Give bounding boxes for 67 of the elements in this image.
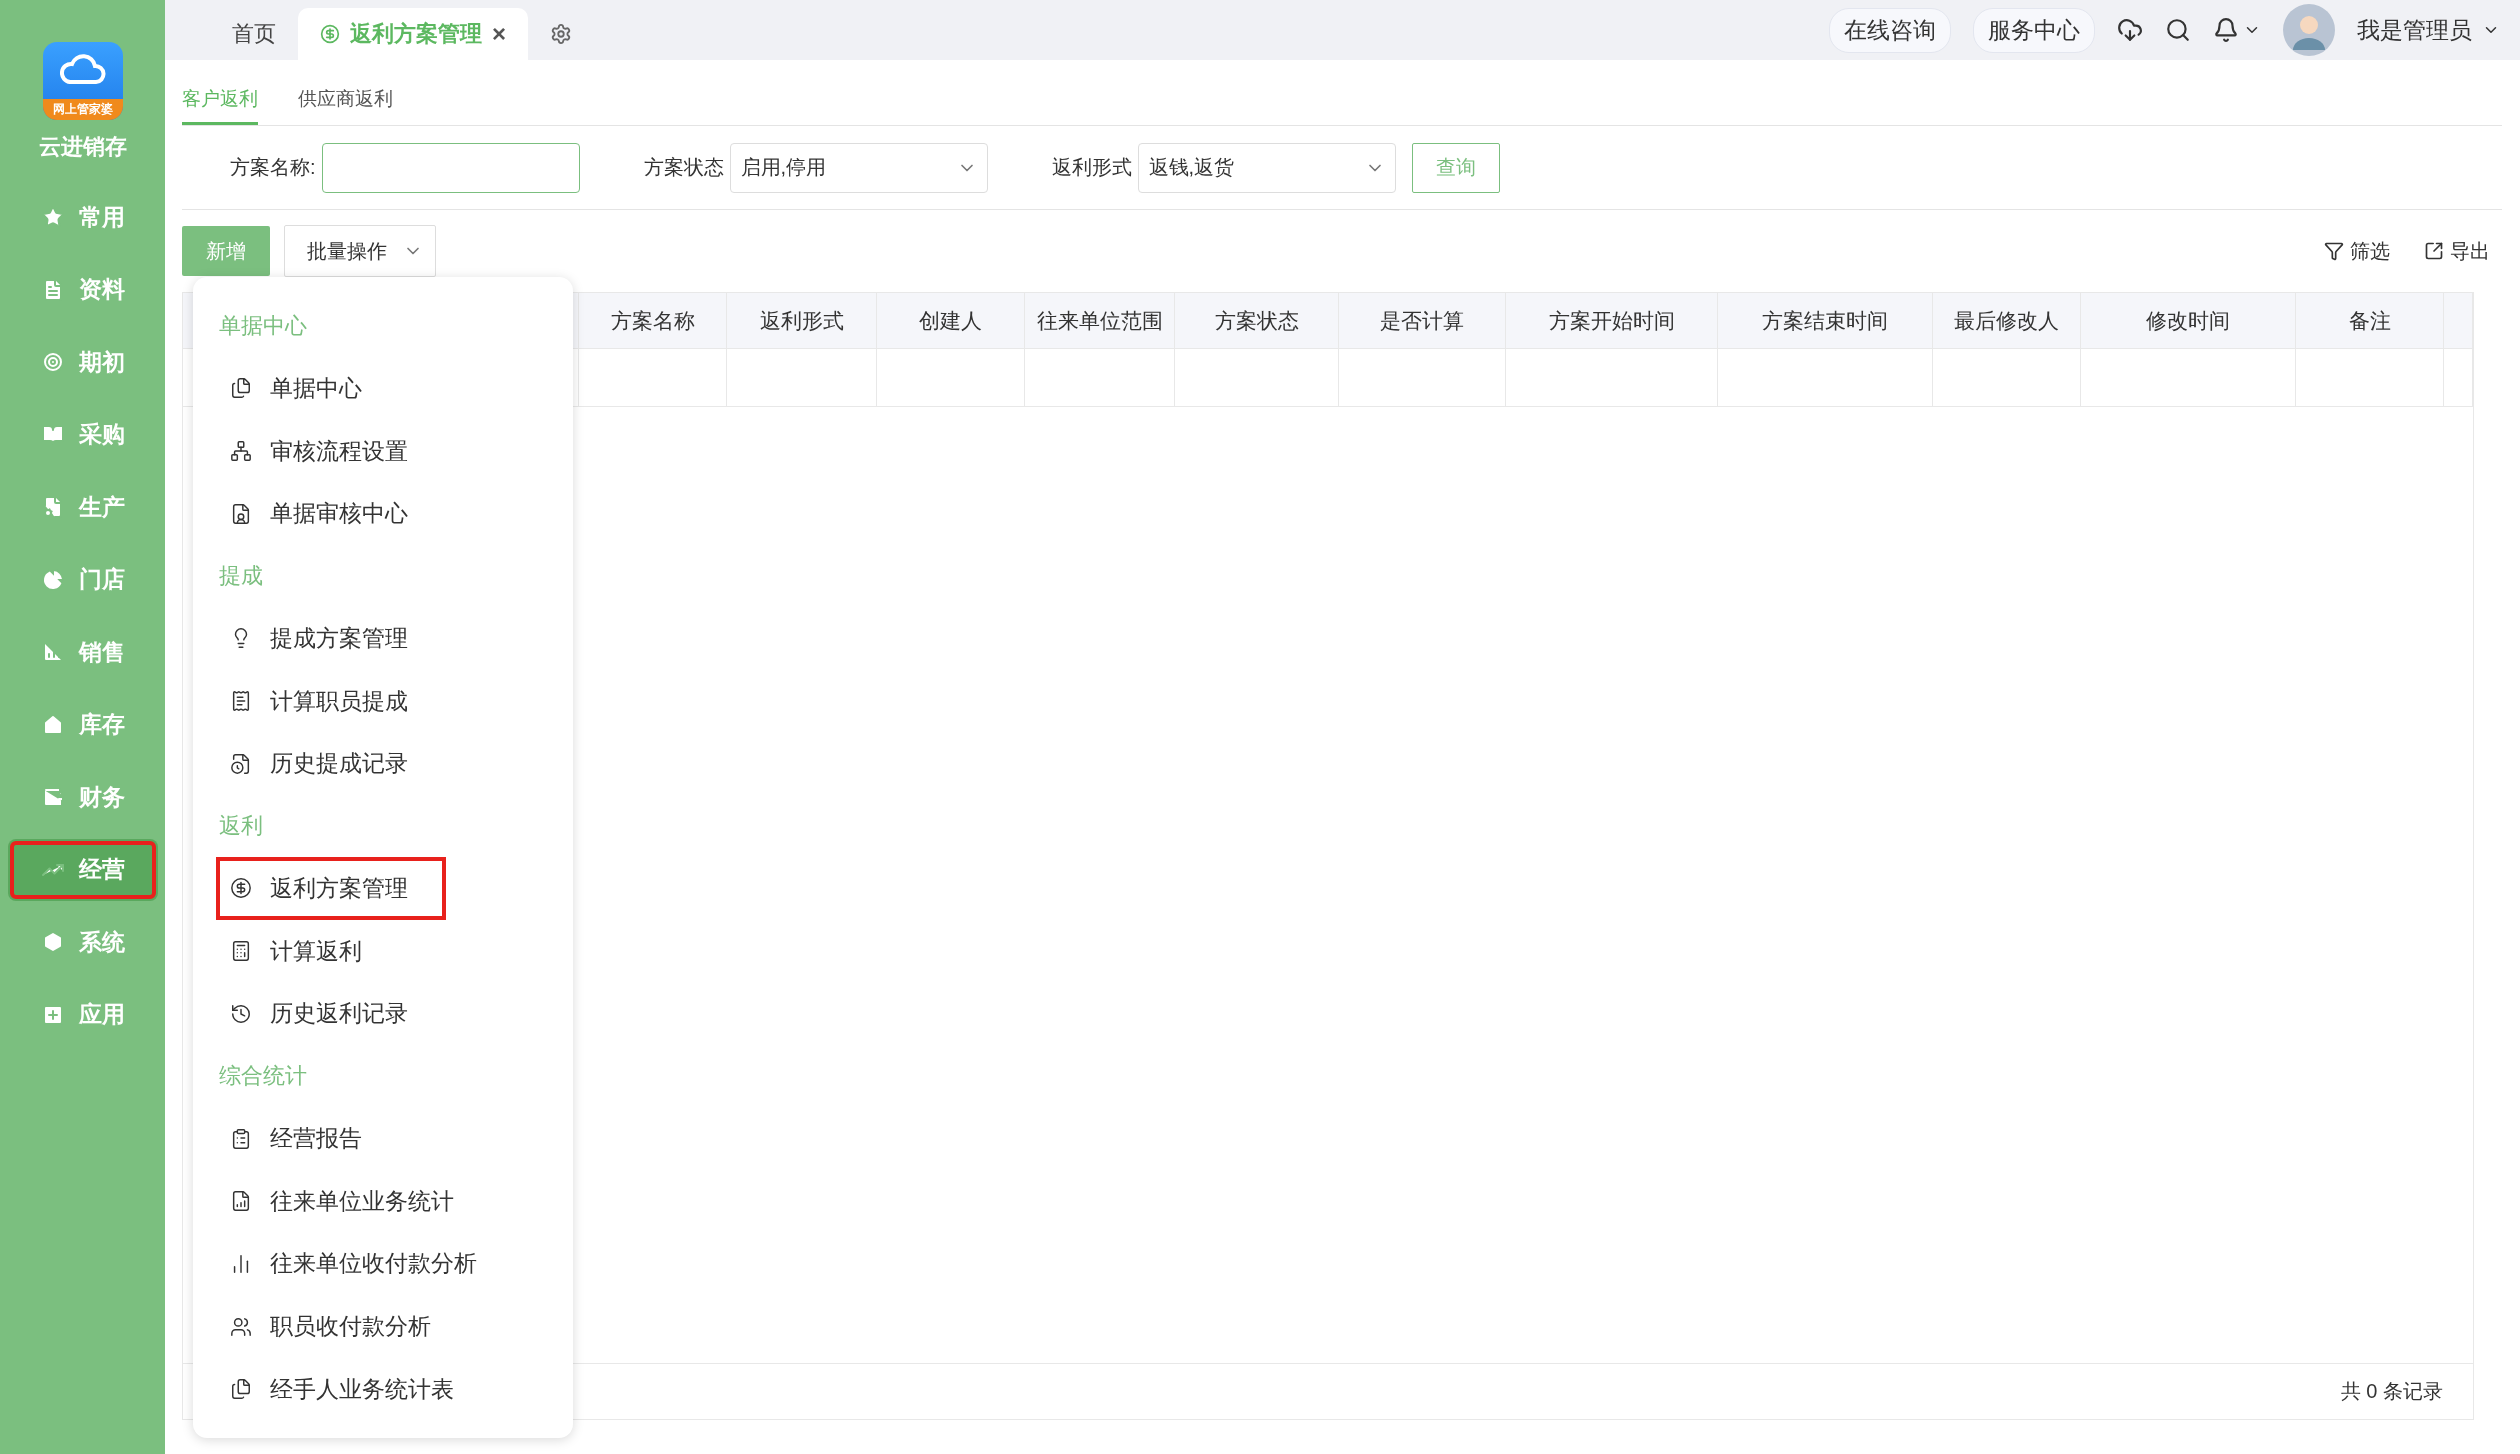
menu-item[interactable]: 返利方案管理 [216, 857, 446, 920]
tab[interactable]: 首页 [210, 8, 298, 60]
chart-document-icon [230, 1190, 252, 1213]
user-document-icon [230, 502, 252, 525]
column-header: 方案状态 [1175, 293, 1339, 348]
menu-section-title: 返利 [219, 812, 264, 841]
app-name: 云进销存 [38, 133, 127, 161]
menu-item[interactable]: 审核流程设置 [216, 419, 446, 483]
column-header: 修改时间 [2081, 293, 2296, 348]
header-link[interactable]: 服务中心 [1973, 7, 2095, 53]
column-header: 备注 [2296, 293, 2444, 348]
logo-badge: 网上管家婆 [42, 99, 123, 120]
column-header: 方案结束时间 [1718, 293, 1933, 348]
menu-section-title: 综合统计 [219, 1062, 308, 1091]
menu-item[interactable]: 往来单位收付款分析 [216, 1232, 497, 1296]
export-button[interactable]: 导出 [2418, 236, 2496, 266]
menu-item[interactable]: 经营报告 [216, 1107, 446, 1170]
menu-section-title: 提成 [219, 562, 264, 591]
batch-button[interactable]: 批量操作 [284, 225, 436, 277]
menu-item[interactable]: 计算职员提成 [216, 669, 446, 733]
tab[interactable]: 返利方案管理 × [298, 8, 528, 60]
files-icon [230, 377, 252, 400]
column-header: 返利形式 [727, 293, 877, 348]
column-header: 往来单位范围 [1025, 293, 1175, 348]
column-header: 创建人 [877, 293, 1025, 348]
filter-button[interactable]: 筛选 [2318, 236, 2396, 266]
coin-icon [230, 877, 252, 900]
column-header: 是否计算 [1339, 293, 1506, 348]
menu-item[interactable]: 历史提成记录 [216, 732, 446, 796]
menu-item[interactable]: 计算返利 [216, 919, 446, 983]
menu-item[interactable]: 经手人业务统计表 [216, 1357, 474, 1421]
menu-section-title: 单据中心 [219, 312, 308, 340]
menu-item[interactable]: 职员收付款分析 [216, 1295, 451, 1358]
column-header: 最后修改人 [1933, 293, 2081, 348]
header-link[interactable]: 在线咨询 [1829, 7, 1951, 53]
sub-tab[interactable]: 供应商返利 [298, 86, 393, 125]
name-field[interactable] [321, 142, 580, 193]
files-icon [230, 1378, 252, 1401]
select-field[interactable]: 返钱,返货 [1137, 142, 1396, 193]
filter-label: 方案状态 [643, 155, 724, 180]
select-field[interactable]: 启用,停用 [729, 142, 988, 193]
clock-document-icon [230, 752, 252, 775]
menu-item[interactable]: 单据中心 [216, 357, 446, 420]
avatar[interactable] [2283, 4, 2335, 56]
settings-icon[interactable] [550, 23, 572, 45]
menu-item[interactable]: 往来单位业务统计 [216, 1169, 474, 1233]
menu-item[interactable]: 历史返利记录 [216, 982, 446, 1046]
network-icon [230, 440, 252, 463]
column-header: 方案开始时间 [1506, 293, 1718, 348]
filter-label: 返利形式 [1051, 155, 1132, 180]
search-icon[interactable] [2165, 17, 2191, 43]
menu-item[interactable]: 单据审核中心 [216, 482, 446, 546]
funnel-icon [2324, 241, 2344, 261]
menu-item[interactable]: 提成方案管理 [216, 607, 446, 670]
column-header: 方案名称 [579, 293, 727, 348]
users-icon [230, 1315, 252, 1338]
filter-label: 方案名称: [230, 155, 316, 180]
export-icon [2424, 241, 2444, 261]
close-button[interactable]: × [492, 20, 506, 48]
history-icon [230, 1002, 252, 1025]
clipboard-icon [230, 1127, 252, 1150]
coin-icon [320, 24, 340, 44]
calculator-icon [230, 940, 252, 963]
cloud-download-icon[interactable] [2117, 17, 2143, 43]
user-name[interactable]: 我是管理员 [2357, 14, 2472, 46]
receipt-icon [230, 690, 252, 713]
bell-icon[interactable] [2213, 17, 2239, 43]
